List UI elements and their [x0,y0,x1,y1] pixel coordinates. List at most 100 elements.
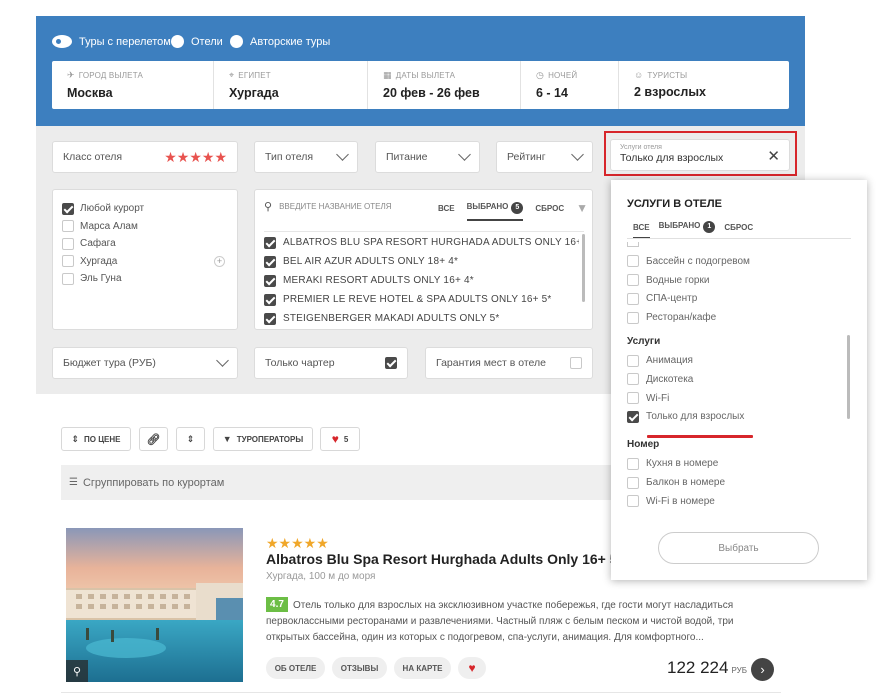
selected-count-badge: 5 [511,202,524,214]
choose-button[interactable]: Выбрать [658,532,819,564]
service-label: Wi-Fi в номере [646,495,715,507]
service-item[interactable]: Wi-Fi в номере [627,492,847,511]
services-list: Бассейн с подогревом Водные горки СПА-цент… [627,252,847,511]
field-label: ГОРОД ВЫЛЕТА [78,71,144,80]
close-icon[interactable]: ✕ [767,147,780,165]
hotel-type-select[interactable]: Тип отеля [254,141,358,173]
meals-select[interactable]: Питание [375,141,480,173]
service-item[interactable]: Дискотека [627,370,847,389]
link-button[interactable]: 🔗︎ [139,427,168,451]
calendar-icon: ▦ [383,70,392,80]
field-label: НОЧЕЙ [548,71,578,80]
sort-direction-button[interactable]: ⇕ [176,427,205,451]
service-item[interactable]: Бассейн с подогревом [627,252,847,271]
services-select[interactable]: Услуги отеля Только для взрослых ✕ [610,139,790,171]
tab-selected[interactable]: ВЫБРАНО 1 [659,221,716,233]
checkbox-icon [62,255,74,268]
service-item[interactable]: СПА-центр [627,290,847,309]
nights-field[interactable]: ◷ НОЧЕЙ 6 - 14 [521,61,619,109]
field-label: ТУРИСТЫ [647,70,688,80]
checkbox-icon [570,357,582,369]
resort-item[interactable]: Сафага [62,235,237,253]
service-item[interactable]: Только для взрослых [627,408,847,427]
chevron-right-icon[interactable]: › [751,658,774,681]
chevron-down-icon [336,148,349,161]
checkbox-icon[interactable] [627,242,639,247]
favorites-button[interactable]: ♥ 5 [320,427,360,451]
checkbox-icon [627,354,639,367]
service-label: Балкон в номере [646,477,726,489]
tab-reset[interactable]: СБРОС [724,223,753,232]
service-item[interactable]: Кухня в номере [627,454,847,473]
service-item[interactable]: Ресторан/кафе [627,308,847,327]
checkbox-icon [627,495,639,508]
hotel-item[interactable]: BEL AIR AZUR ADULTS ONLY 18+ 4* [264,252,579,271]
checkbox-checked-icon [264,312,276,325]
field-label: ЕГИПЕТ [238,71,271,80]
tour-operators-button[interactable]: ▼ ТУРОПЕРАТОРЫ [213,427,313,451]
radio-author-tours[interactable]: Авторские туры [230,35,330,48]
resort-item[interactable]: Эль Гуна [62,270,237,288]
reviews-button[interactable]: ОТЗЫВЫ [332,657,387,679]
service-item[interactable]: Водные горки [627,271,847,290]
scrollbar[interactable] [582,234,585,302]
service-item[interactable]: Wi-Fi [627,389,847,408]
sort-icon: ⇕ [71,433,80,444]
favorites-count: 5 [343,434,349,444]
button-label: ОТЗЫВЫ [340,663,379,673]
on-map-button[interactable]: НА КАРТЕ [394,657,451,679]
departure-field[interactable]: ✈ ГОРОД ВЫЛЕТА Москва [52,61,214,109]
dates-field[interactable]: ▦ ДАТЫ ВЫЛЕТА 20 фев - 26 фев [368,61,521,109]
rating-select[interactable]: Рейтинг [496,141,593,173]
checkbox-icon [627,274,639,287]
hotel-item[interactable]: ALBATROS BLU SPA RESORT HURGHADA ADULTS … [264,233,579,252]
group-title: Услуги [627,335,661,347]
tourists-field[interactable]: ☺ ТУРИСТЫ 2 взрослых [619,61,789,109]
budget-select[interactable]: Бюджет тура (РУБ) [52,347,238,379]
group-by-resorts-button[interactable]: ☰ Сгруппировать по курортам [61,465,611,500]
service-label: Анимация [646,355,693,367]
resort-item[interactable]: Хургада + [62,253,237,271]
tab-reset[interactable]: СБРОС [535,204,564,213]
sort-by-price-button[interactable]: ⇕ ПО ЦЕНЕ [61,427,131,451]
resort-item[interactable]: Любой курорт [62,200,237,218]
service-item[interactable]: Анимация [627,351,847,370]
stars-rating[interactable]: ★★★★★ [164,149,227,166]
divider [627,238,851,239]
checkbox-icon [627,255,639,268]
checkbox-icon [627,392,639,405]
tab-all[interactable]: ВСЕ [633,223,650,239]
tab-all[interactable]: ВСЕ [438,204,455,213]
favorite-button[interactable]: ♥ [458,657,486,679]
about-hotel-button[interactable]: ОБ ОТЕЛЕ [266,657,325,679]
destination-field[interactable]: ⌖ ЕГИПЕТ Хургада [214,61,368,109]
zoom-icon[interactable]: ⚲ [66,660,88,682]
hotel-item[interactable]: MERAKI RESORT ADULTS ONLY 16+ 4* [264,271,579,290]
hotel-item[interactable]: STEIGENBERGER MAKADI ADULTS ONLY 5* [264,309,579,328]
hotel-name[interactable]: Albatros Blu Spa Resort Hurghada Adults … [266,551,623,567]
radio-tours-with-flight[interactable]: Туры с перелетом [52,35,171,48]
divider [61,692,781,693]
checkbox-icon [62,220,74,233]
resort-item[interactable]: Марса Алам [62,218,237,236]
filter-icon[interactable]: ▼ [576,201,588,215]
tab-selected[interactable]: ВЫБРАНО 5 [466,202,524,221]
expand-icon[interactable]: + [214,255,225,267]
radio-label: Отели [191,35,223,48]
scrollbar[interactable] [847,335,850,419]
checkbox-icon [627,457,639,470]
checkbox-icon [62,237,74,250]
hotel-search-input[interactable]: ВВЕДИТЕ НАЗВАНИЕ ОТЕЛЯ [279,202,391,211]
hotel-item[interactable]: PREMIER LE REVE HOTEL & SPA ADULTS ONLY … [264,290,579,309]
service-item[interactable]: Балкон в номере [627,473,847,492]
guarantee-checkbox[interactable]: Гарантия мест в отеле [425,347,593,379]
charter-only-checkbox[interactable]: Только чартер [254,347,408,379]
hotel-search[interactable]: ⚲ ВВЕДИТЕ НАЗВАНИЕ ОТЕЛЯ [264,200,392,213]
button-label: ОБ ОТЕЛЕ [274,663,317,673]
select-label: Питание [386,151,428,163]
radio-hotels[interactable]: Отели [171,35,223,48]
hotel-photo[interactable]: ⚲ [66,528,243,682]
checkbox-label: Гарантия мест в отеле [436,357,546,369]
hotel-class-select[interactable]: Класс отеля ★★★★★ [52,141,238,173]
search-header: Туры с перелетом Отели Авторские туры ✈ Г… [36,16,805,126]
